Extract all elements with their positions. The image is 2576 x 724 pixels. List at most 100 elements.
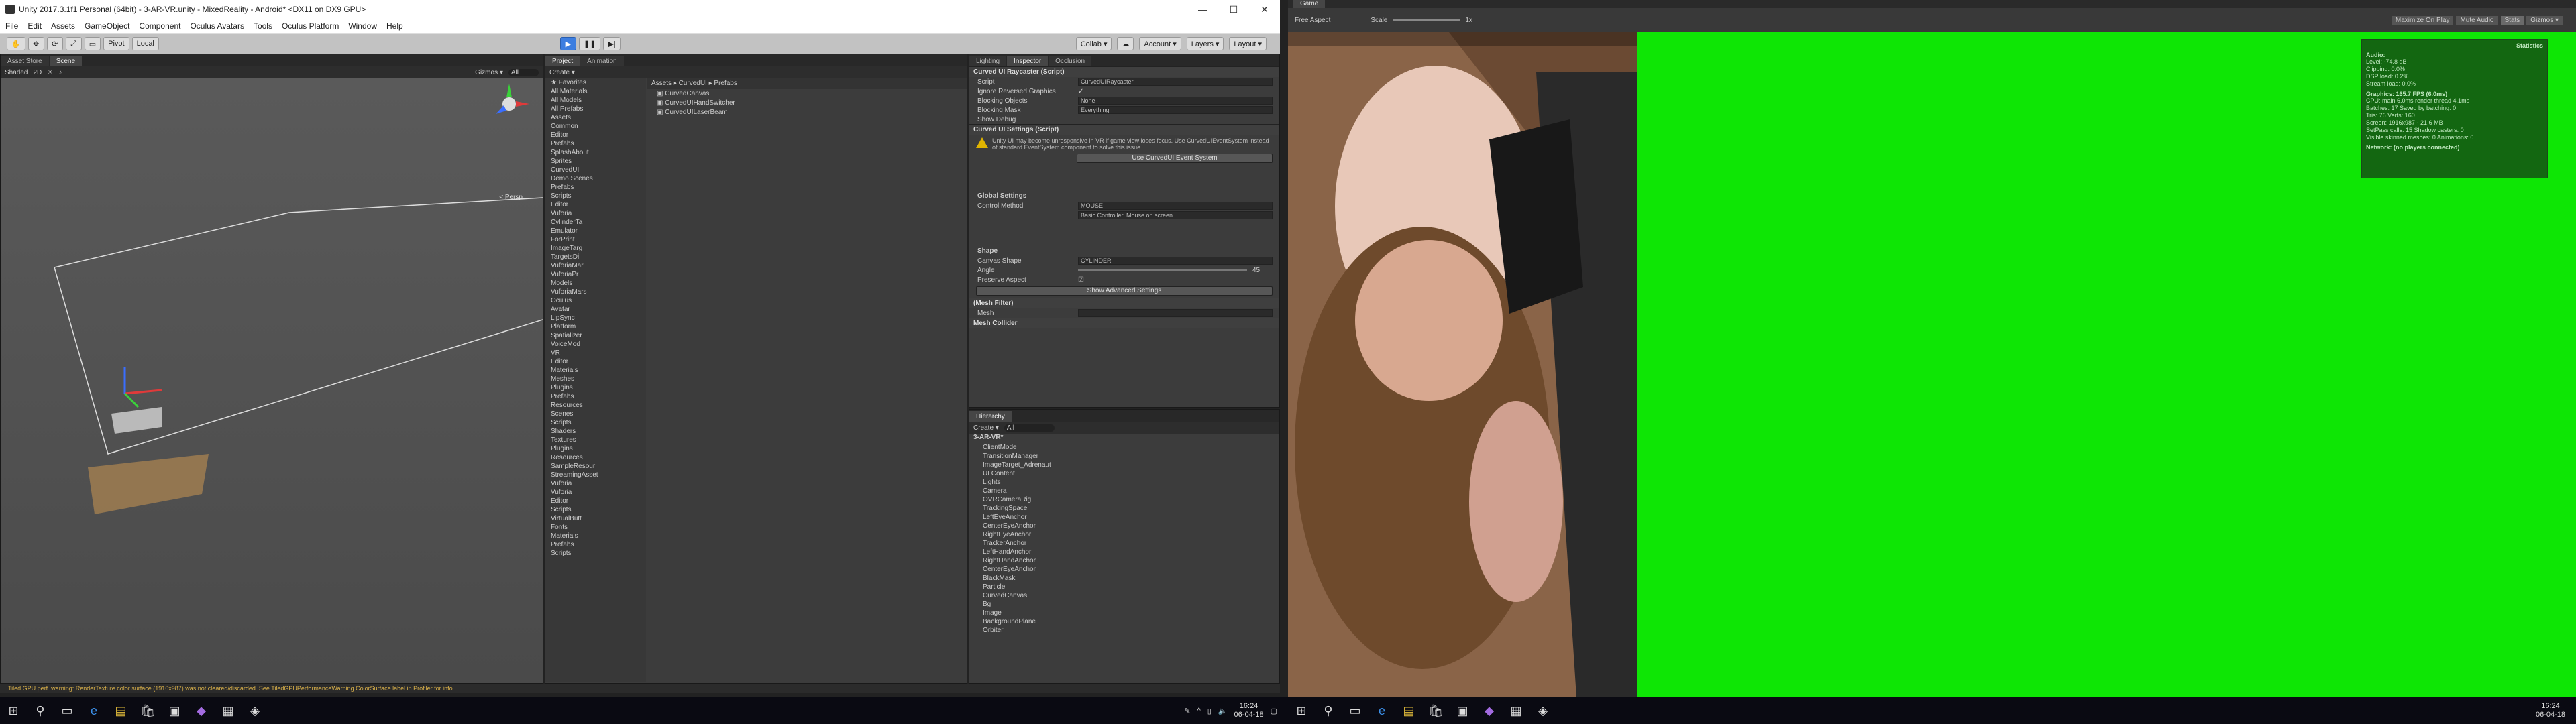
hierarchy-item[interactable]: CenterEyeAnchor <box>969 565 1279 574</box>
tab-lighting[interactable]: Lighting <box>969 56 1007 66</box>
local-toggle[interactable]: Local <box>131 37 159 50</box>
mesh-collider-header[interactable]: Mesh Collider <box>969 318 1279 328</box>
folder-item[interactable]: Scripts <box>545 549 646 558</box>
folder-item[interactable]: Platform <box>545 322 646 331</box>
layout-dropdown[interactable]: Layout ▾ <box>1229 37 1267 50</box>
hierarchy-item[interactable]: LeftEyeAnchor <box>969 513 1279 522</box>
blocking-mask-dropdown[interactable]: Everything <box>1078 106 1273 114</box>
pause-button[interactable]: ❚❚ <box>578 37 601 50</box>
folder-item[interactable]: SampleResour <box>545 462 646 471</box>
tab-project[interactable]: Project <box>545 56 580 66</box>
project-create-button[interactable]: Create ▾ <box>549 69 575 76</box>
folder-item[interactable]: Meshes <box>545 375 646 383</box>
tab-hierarchy[interactable]: Hierarchy <box>969 411 1012 422</box>
camera-icon[interactable]: ▣ <box>161 697 188 724</box>
tab-occlusion[interactable]: Occlusion <box>1049 56 1092 66</box>
folder-item[interactable]: Shaders <box>545 427 646 436</box>
hierarchy-item[interactable]: Lights <box>969 478 1279 487</box>
folder-item[interactable]: LipSync <box>545 314 646 322</box>
edge-icon[interactable]: e <box>1368 697 1395 724</box>
folder-item[interactable]: Materials <box>545 366 646 375</box>
stats-toggle[interactable]: Stats <box>2500 15 2524 25</box>
hierarchy-item[interactable]: TrackerAnchor <box>969 539 1279 548</box>
pivot-toggle[interactable]: Pivot <box>103 37 129 50</box>
folder-item[interactable]: VuforiaPr <box>545 270 646 279</box>
folder-item[interactable]: StreamingAsset <box>545 471 646 479</box>
move-tool-button[interactable]: ✥ <box>28 37 44 50</box>
close-button[interactable]: ✕ <box>1249 4 1280 15</box>
hierarchy-create-button[interactable]: Create ▾ <box>973 424 999 432</box>
show-advanced-settings-button[interactable]: Show Advanced Settings <box>976 286 1273 296</box>
hierarchy-item[interactable]: ClientMode <box>969 443 1279 452</box>
folder-item[interactable]: Materials <box>545 532 646 540</box>
hierarchy-item[interactable]: RightHandAnchor <box>969 556 1279 565</box>
clock[interactable]: 16:24 06-04-18 <box>2536 702 2565 719</box>
collab-dropdown[interactable]: Collab ▾ <box>1075 37 1112 50</box>
network-icon[interactable]: ▯ <box>1208 707 1212 715</box>
menu-tools[interactable]: Tools <box>254 21 272 31</box>
calculator-icon[interactable]: ▦ <box>1503 697 1529 724</box>
folder-item[interactable]: Scripts <box>545 192 646 200</box>
hierarchy-item[interactable]: Image <box>969 609 1279 617</box>
menu-help[interactable]: Help <box>386 21 403 31</box>
hierarchy-item[interactable]: TrackingSpace <box>969 504 1279 513</box>
menu-assets[interactable]: Assets <box>51 21 75 31</box>
hierarchy-item[interactable]: LeftHandAnchor <box>969 548 1279 556</box>
folder-item[interactable]: Prefabs <box>545 540 646 549</box>
folder-item[interactable]: Sprites <box>545 157 646 166</box>
ignore-reversed-checkbox[interactable]: ✓ <box>1078 88 1083 95</box>
folder-item[interactable]: CurvedUI <box>545 166 646 174</box>
folder-item[interactable]: Avatar <box>545 305 646 314</box>
folder-item[interactable]: Common <box>545 122 646 131</box>
rect-tool-button[interactable]: ▭ <box>84 37 101 50</box>
hierarchy-item[interactable]: ImageTarget_Adrenaut <box>969 461 1279 469</box>
tray-chevron-icon[interactable]: ^ <box>1197 707 1201 715</box>
hierarchy-item[interactable]: BlackMask <box>969 574 1279 583</box>
folder-item[interactable]: Spatializer <box>545 331 646 340</box>
visual-studio-icon[interactable]: ◆ <box>188 697 215 724</box>
shading-dropdown[interactable]: Shaded <box>5 69 28 76</box>
task-view-icon[interactable]: ▭ <box>1342 697 1368 724</box>
folder-item[interactable]: Vuforia <box>545 488 646 497</box>
folder-item[interactable]: Plugins <box>545 444 646 453</box>
folder-item[interactable]: Models <box>545 279 646 288</box>
game-viewport[interactable]: Statistics Audio: Level: -74.8 dB Clippi… <box>1288 32 2576 697</box>
folder-item[interactable]: Editor <box>545 497 646 505</box>
aspect-dropdown[interactable]: Free Aspect <box>1295 17 1330 24</box>
canvas-shape-dropdown[interactable]: CYLINDER <box>1078 257 1273 265</box>
scene-gizmo-icon[interactable] <box>489 84 529 124</box>
mute-audio-toggle[interactable]: Mute Audio <box>2456 15 2498 25</box>
folder-item[interactable]: Plugins <box>545 383 646 392</box>
visual-studio-icon[interactable]: ◆ <box>1476 697 1503 724</box>
pen-icon[interactable]: ✎ <box>1184 707 1190 715</box>
store-icon[interactable]: 🛍 <box>1422 697 1449 724</box>
hierarchy-item[interactable]: OVRCameraRig <box>969 495 1279 504</box>
calculator-icon[interactable]: ▦ <box>215 697 241 724</box>
edge-icon[interactable]: e <box>80 697 107 724</box>
account-dropdown[interactable]: Account ▾ <box>1139 37 1181 50</box>
camera-icon[interactable]: ▣ <box>1449 697 1476 724</box>
folder-item[interactable]: VoiceMod <box>545 340 646 349</box>
hierarchy-item[interactable]: TransitionManager <box>969 452 1279 461</box>
maximize-on-play-toggle[interactable]: Maximize On Play <box>2391 15 2454 25</box>
scene-search[interactable]: All <box>508 68 539 76</box>
windows-start-icon[interactable]: ⊞ <box>0 697 27 724</box>
folder-item[interactable]: Resources <box>545 453 646 462</box>
folder-item[interactable]: ★ Favorites <box>545 78 646 87</box>
folder-item[interactable]: ImageTarg <box>545 244 646 253</box>
folder-item[interactable]: Oculus <box>545 296 646 305</box>
clock[interactable]: 16:24 06-04-18 <box>1234 702 1264 719</box>
folder-item[interactable]: VuforiaMar <box>545 261 646 270</box>
persp-label[interactable]: < Persp <box>499 194 523 201</box>
notifications-icon[interactable]: ▢ <box>1271 707 1277 715</box>
console-status[interactable]: Tiled GPU perf. warning: RenderTexture c… <box>0 684 1280 693</box>
layers-dropdown[interactable]: Layers ▾ <box>1186 37 1224 50</box>
scene-root[interactable]: 3-AR-VR* <box>969 434 1279 443</box>
search-icon[interactable]: ⚲ <box>1315 697 1342 724</box>
maximize-button[interactable]: ☐ <box>1218 4 1249 15</box>
menu-component[interactable]: Component <box>139 21 180 31</box>
folder-item[interactable]: Fonts <box>545 523 646 532</box>
folder-item[interactable]: All Prefabs <box>545 105 646 113</box>
tab-asset-store[interactable]: Asset Store <box>1 56 49 66</box>
scale-tool-button[interactable]: ⤢ <box>65 37 82 50</box>
